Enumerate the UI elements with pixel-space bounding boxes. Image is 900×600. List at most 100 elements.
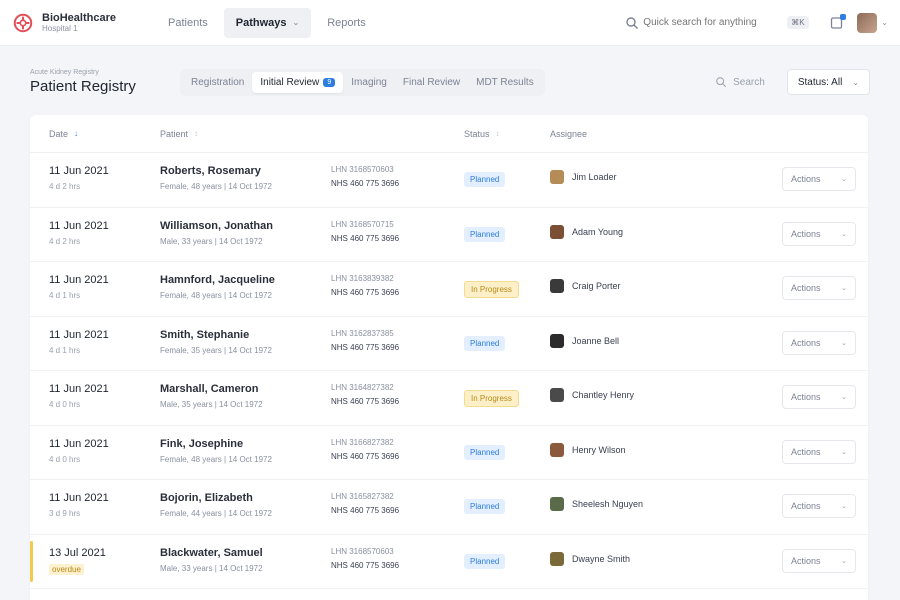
row-actions-button[interactable]: Actions ⌄: [782, 385, 856, 409]
row-actions-button[interactable]: Actions ⌄: [782, 439, 856, 464]
table-row[interactable]: 11 Jun 2021 3 d 9 hrs Bojorin, Elizabeth…: [30, 480, 868, 535]
nav-patients[interactable]: Patients: [156, 8, 220, 38]
breadcrumb[interactable]: Acute Kidney Registry: [30, 69, 180, 76]
patient-cell[interactable]: Bojorin, Elizabeth Female, 44 years | 14…: [160, 492, 272, 518]
assignee-cell[interactable]: Craig Porter: [550, 279, 621, 293]
tab-mdt-results[interactable]: MDT Results: [468, 72, 542, 93]
status-filter-select[interactable]: Status: All ⌄: [786, 69, 870, 95]
global-search-input[interactable]: [643, 17, 784, 28]
assignee-cell[interactable]: Jim Loader: [550, 170, 617, 184]
patient-name[interactable]: Blackwater, Samuel: [160, 547, 263, 559]
assignee-name: Chantley Henry: [572, 390, 635, 400]
column-label: Patient: [160, 128, 189, 139]
status-badge: Planned: [464, 444, 506, 460]
row-actions-button[interactable]: Actions ⌄: [782, 548, 856, 573]
table-search-button[interactable]: Search: [715, 76, 765, 88]
table-row[interactable]: 11 Jun 2021 4 d 1 hrs Hamnford, Jacqueli…: [30, 262, 868, 317]
column-header-patient[interactable]: Patient ↕: [160, 129, 198, 139]
table-row[interactable]: 13 Jul 2021 overdue Blackwater, Samuel M…: [30, 535, 868, 589]
actions-cell: Actions ⌄: [782, 494, 856, 518]
patient-nhs: NHS 460 775 3696: [331, 233, 400, 243]
table-row[interactable]: 11 Jun 2021 4 d 2 hrs Roberts, Rosemary …: [30, 153, 868, 208]
nav-patients-label: Patients: [168, 16, 208, 29]
patient-cell[interactable]: Smith, Stephanie Female, 35 years | 14 O…: [160, 329, 272, 355]
table-row[interactable]: 11 Jun 2021 4 d 1 hrs Smith, Stephanie F…: [30, 317, 868, 371]
patient-name[interactable]: Fink, Josephine: [160, 438, 272, 450]
chevron-down-icon: ⌄: [852, 77, 859, 87]
patient-meta: Female, 48 years | 14 Oct 1972: [160, 291, 272, 300]
row-actions-button[interactable]: Actions ⌄: [782, 167, 856, 191]
user-avatar[interactable]: [857, 12, 878, 33]
row-actions-button[interactable]: Actions ⌄: [782, 276, 856, 300]
notifications-button[interactable]: [829, 13, 847, 31]
patient-name[interactable]: Hamnford, Jacqueline: [160, 274, 275, 286]
global-search[interactable]: ⌘K: [625, 11, 815, 35]
assignee-cell[interactable]: Joanne Bell: [550, 333, 619, 348]
patient-mrn: LHN 3168570603: [331, 165, 394, 174]
tab-imaging[interactable]: Imaging: [343, 72, 395, 93]
date-cell: 11 Jun 2021 3 d 9 hrs: [49, 492, 109, 518]
assignee-name: Adam Young: [572, 226, 624, 237]
row-actions-button[interactable]: Actions ⌄: [782, 221, 856, 246]
nav-reports[interactable]: Reports: [315, 8, 378, 38]
assignee-cell[interactable]: Chantley Henry: [550, 388, 634, 402]
row-actions-button[interactable]: Actions ⌄: [782, 330, 856, 355]
patient-cell[interactable]: Williamson, Jonathan Male, 33 years | 14…: [160, 220, 273, 246]
column-header-date[interactable]: Date ↓: [49, 129, 78, 139]
brand[interactable]: BioHealthcare Hospital 1: [12, 12, 144, 34]
patient-cell[interactable]: Hamnford, Jacqueline Female, 48 years | …: [160, 274, 275, 300]
status-badge: Planned: [464, 226, 506, 242]
row-date: 11 Jun 2021: [49, 274, 109, 286]
status-cell: Planned: [464, 226, 506, 242]
table-row[interactable]: 11 Jun 2021 4 d 0 hrs Fink, Josephine Fe…: [30, 426, 868, 480]
date-cell: 11 Jun 2021 4 d 1 hrs: [49, 329, 109, 355]
patient-name[interactable]: Bojorin, Elizabeth: [160, 492, 272, 504]
actions-cell: Actions ⌄: [782, 221, 856, 246]
patient-mrn: LHN 3166827382: [331, 437, 394, 447]
patient-name[interactable]: Marshall, Cameron: [160, 383, 263, 395]
row-age: 3 d 9 hrs: [49, 509, 81, 518]
actions-cell: Actions ⌄: [782, 167, 856, 191]
patient-mrn: LHN 3163839382: [331, 274, 394, 283]
tab-final-review[interactable]: Final Review: [395, 72, 468, 93]
assignee-cell[interactable]: Adam Young: [550, 224, 624, 239]
avatar: [550, 333, 564, 348]
patient-name[interactable]: Smith, Stephanie: [160, 329, 272, 341]
table-row[interactable]: 11 Jun 2021 4 d 2 hrs Williamson, Jonath…: [30, 208, 868, 262]
patient-cell[interactable]: Marshall, Cameron Male, 35 years | 14 Oc…: [160, 383, 263, 409]
status-cell: Planned: [464, 553, 506, 569]
row-actions-button[interactable]: Actions ⌄: [782, 494, 856, 518]
tab-label: MDT Results: [476, 76, 534, 88]
chevron-down-icon[interactable]: ⌄: [881, 18, 888, 27]
nav-pathways[interactable]: Pathways ⌄: [223, 7, 312, 38]
actions-label: Actions: [791, 228, 821, 239]
column-header-assignee[interactable]: Assignee: [550, 129, 587, 139]
patient-cell[interactable]: Fink, Josephine Female, 48 years | 14 Oc…: [160, 438, 272, 464]
patient-nhs: NHS 460 775 3696: [331, 342, 400, 352]
status-cell: Planned: [464, 444, 506, 460]
table-row[interactable]: 11 Jun 2021 4 d 0 hrs Marshall, Cameron …: [30, 371, 868, 426]
sort-icon: ↕: [194, 129, 199, 138]
patient-cell[interactable]: Roberts, Rosemary Female, 48 years | 14 …: [160, 165, 272, 191]
date-cell: 11 Jun 2021 4 d 2 hrs: [49, 165, 109, 191]
patient-cell[interactable]: Blackwater, Samuel Male, 33 years | 14 O…: [160, 547, 263, 573]
row-age: overdue: [49, 563, 84, 575]
patient-name[interactable]: Roberts, Rosemary: [160, 165, 272, 177]
table-header: Date ↓ Patient ↕ Status ↕ Assignee: [30, 115, 868, 153]
date-cell: 11 Jun 2021 4 d 0 hrs: [49, 383, 109, 409]
assignee-cell[interactable]: Henry Wilson: [550, 442, 626, 457]
actions-cell: Actions ⌄: [782, 330, 856, 355]
sort-icon: ↓: [74, 129, 79, 138]
tab-initial-review[interactable]: Initial Review 9: [252, 71, 344, 93]
date-cell: 13 Jul 2021 overdue: [49, 547, 106, 575]
assignee-cell[interactable]: Sheelesh Nguyen: [550, 497, 643, 511]
assignee-cell[interactable]: Dwayne Smith: [550, 551, 630, 566]
status-badge: Planned: [464, 553, 506, 569]
chevron-down-icon: ⌄: [841, 394, 847, 401]
tab-label: Imaging: [351, 76, 387, 88]
tab-registration[interactable]: Registration: [183, 72, 252, 93]
avatar: [550, 170, 564, 184]
actions-label: Actions: [791, 555, 821, 566]
column-header-status[interactable]: Status ↕: [464, 129, 500, 139]
patient-name[interactable]: Williamson, Jonathan: [160, 220, 273, 232]
